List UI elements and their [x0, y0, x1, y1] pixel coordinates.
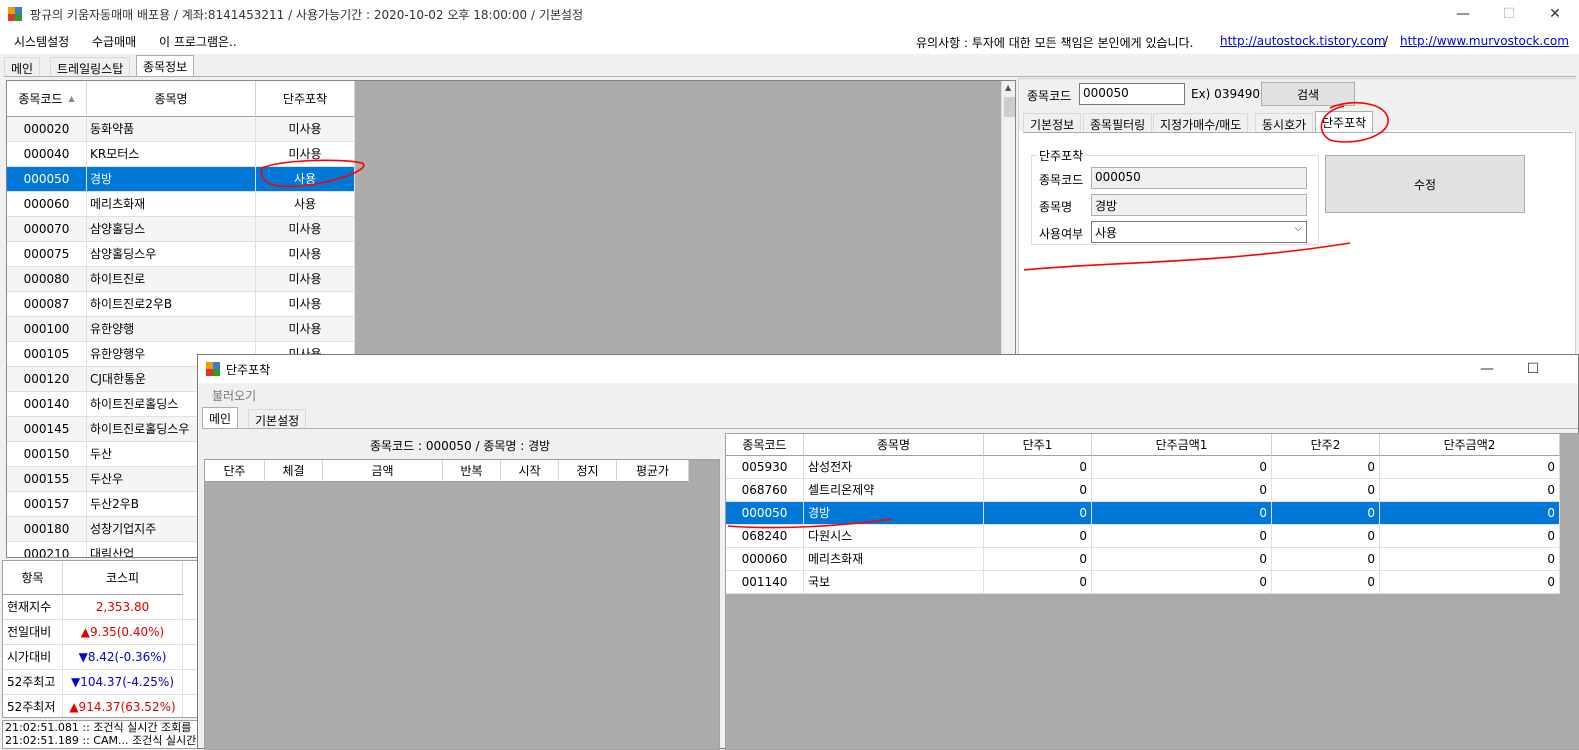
main-window: 팡규의 키움자동매매 배포용 / 계좌:8141453211 / 사용가능기간 … [0, 0, 1579, 750]
annotation-circle-tab [1320, 102, 1389, 143]
annotation-underline-panel [1023, 242, 1351, 271]
annotation-underline-row [727, 518, 893, 529]
red-annotations [260, 102, 1389, 529]
annotation-circle-use [260, 159, 365, 188]
